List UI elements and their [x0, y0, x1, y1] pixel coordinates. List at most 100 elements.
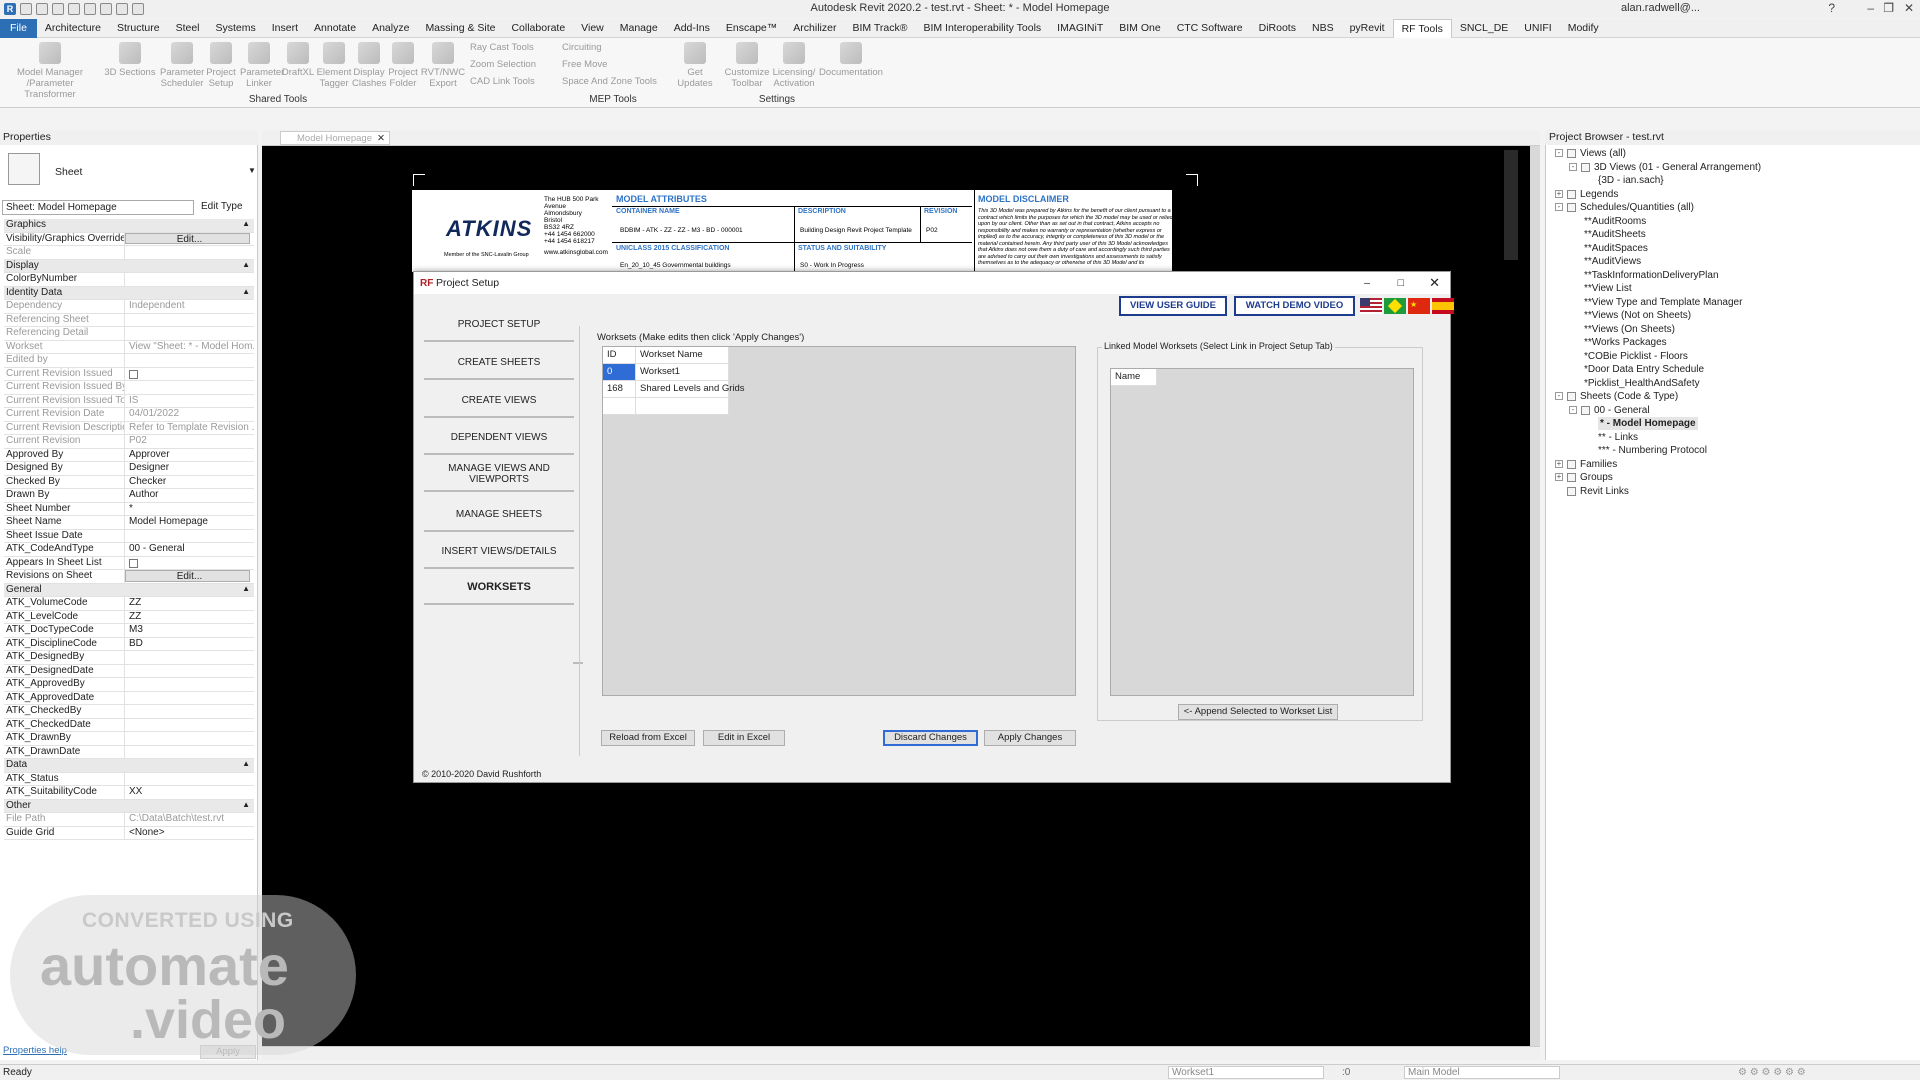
workset-name-cell[interactable]: Workset1: [636, 364, 729, 381]
edit-in-excel-button[interactable]: Edit in Excel: [703, 730, 785, 746]
property-edit-button[interactable]: Edit...: [125, 232, 250, 244]
checkbox-icon[interactable]: [129, 369, 138, 379]
ribbon-tab-steel[interactable]: Steel: [168, 19, 208, 38]
property-section[interactable]: Data ▲: [4, 759, 254, 773]
space-zone-tools-button[interactable]: Space And Zone Tools: [562, 76, 657, 87]
new-row-id-cell[interactable]: [603, 398, 636, 415]
grid-header-name[interactable]: Workset Name: [636, 347, 729, 364]
tree-node[interactable]: **AuditRooms: [1584, 215, 1646, 228]
design-option-dropdown[interactable]: Main Model: [1404, 1066, 1560, 1079]
dialog-close-icon[interactable]: ✕: [1429, 272, 1440, 294]
property-row[interactable]: Current Revision Issued To IS: [4, 394, 254, 408]
nav-manage-views-and-viewports-button[interactable]: MANAGE VIEWS AND VIEWPORTS: [424, 458, 574, 492]
dialog-minimize-icon[interactable]: –: [1364, 272, 1370, 294]
new-row-name-cell[interactable]: [636, 398, 729, 415]
property-value[interactable]: 04/01/2022: [125, 408, 254, 421]
property-row[interactable]: Sheet Number *: [4, 502, 254, 516]
apply-changes-button[interactable]: Apply Changes: [984, 730, 1076, 746]
spain-flag-icon[interactable]: [1432, 298, 1454, 314]
save-icon[interactable]: [36, 3, 48, 15]
vertical-scrollbar[interactable]: [1530, 146, 1540, 1046]
active-workset-dropdown[interactable]: Workset1: [1168, 1066, 1324, 1079]
property-row[interactable]: Dependency Independent: [4, 300, 254, 314]
cad-link-tools-button[interactable]: CAD Link Tools: [470, 76, 535, 87]
selection-filter-icons[interactable]: ⚙ ⚙ ⚙ ⚙ ⚙ ⚙: [1738, 1065, 1806, 1080]
property-value[interactable]: [125, 314, 254, 327]
property-value[interactable]: *: [125, 503, 254, 516]
property-value[interactable]: [125, 692, 254, 705]
open-icon[interactable]: [20, 3, 32, 15]
property-value[interactable]: 00 - General: [125, 543, 254, 556]
ribbon-tab-structure[interactable]: Structure: [109, 19, 168, 38]
property-value[interactable]: Approver: [125, 449, 254, 462]
ribbon-tab-analyze[interactable]: Analyze: [364, 19, 417, 38]
property-value[interactable]: [125, 651, 254, 664]
nav-dependent-views-button[interactable]: DEPENDENT VIEWS: [424, 421, 574, 455]
tree-node[interactable]: Sheets (Code & Type): [1580, 390, 1678, 403]
instance-selector[interactable]: Sheet: Model Homepage: [2, 200, 194, 215]
property-checkbox[interactable]: [125, 557, 254, 570]
tree-node[interactable]: **Views (On Sheets): [1584, 323, 1675, 336]
circuiting-button[interactable]: Circuiting: [562, 42, 602, 53]
discard-changes-button[interactable]: Discard Changes: [883, 730, 978, 746]
property-value[interactable]: Checker: [125, 476, 254, 489]
tree-node[interactable]: * - Model Homepage: [1598, 417, 1698, 430]
collapse-icon[interactable]: ▲: [242, 260, 254, 273]
property-row[interactable]: ATK_CheckedDate: [4, 718, 254, 732]
get-updates-button[interactable]: Get Updates: [672, 42, 718, 89]
model-manager-button[interactable]: Model Manager /Parameter Transformer: [4, 42, 96, 100]
collapse-icon[interactable]: ▲: [242, 584, 254, 597]
checkbox-icon[interactable]: [129, 558, 138, 568]
ribbon-tab-view[interactable]: View: [573, 19, 612, 38]
property-value[interactable]: [125, 773, 254, 786]
property-value[interactable]: Refer to Template Revision ...: [125, 422, 254, 435]
grid-header-id[interactable]: ID: [603, 347, 636, 364]
ribbon-tab-rf-tools[interactable]: RF Tools: [1392, 18, 1452, 38]
tree-node[interactable]: **View List: [1584, 282, 1632, 295]
property-row[interactable]: Visibility/Graphics Overrides Edit...: [4, 232, 254, 246]
parameter-linker-button[interactable]: Parameter Linker: [240, 42, 284, 89]
revit-logo-icon[interactable]: R: [4, 3, 16, 15]
property-value[interactable]: [125, 678, 254, 691]
property-value[interactable]: [125, 732, 254, 745]
property-row[interactable]: Current Revision Issued: [4, 367, 254, 381]
property-value[interactable]: M3: [125, 624, 254, 637]
rvt-nwc-export-button[interactable]: RVT/NWC Export: [420, 42, 466, 89]
tree-node[interactable]: Revit Links: [1580, 485, 1629, 498]
view-user-guide-button[interactable]: VIEW USER GUIDE: [1119, 296, 1227, 316]
property-row[interactable]: Guide Grid <None>: [4, 826, 254, 840]
property-value[interactable]: ZZ: [125, 597, 254, 610]
property-value[interactable]: XX: [125, 786, 254, 799]
property-value[interactable]: [125, 381, 254, 394]
property-row[interactable]: Scale: [4, 246, 254, 260]
collapse-icon[interactable]: ▲: [242, 219, 254, 232]
property-value[interactable]: IS: [125, 395, 254, 408]
customize-toolbar-button[interactable]: Customize Toolbar: [724, 42, 770, 89]
ribbon-tab-unifi[interactable]: UNIFI: [1516, 19, 1559, 38]
property-value[interactable]: [125, 746, 254, 759]
property-row[interactable]: ATK_DrawnDate: [4, 745, 254, 759]
user-account[interactable]: alan.radwell@...: [1621, 2, 1700, 14]
property-section[interactable]: Other ▲: [4, 799, 254, 813]
nav-create-sheets-button[interactable]: CREATE SHEETS: [424, 346, 574, 380]
collapse-icon[interactable]: -: [1555, 149, 1563, 157]
tree-node[interactable]: ** - Links: [1598, 431, 1638, 444]
property-section[interactable]: Identity Data ▲: [4, 286, 254, 300]
ribbon-tab-ctc-software[interactable]: CTC Software: [1169, 19, 1251, 38]
property-row[interactable]: ATK_DesignedDate: [4, 664, 254, 678]
ribbon-tab-annotate[interactable]: Annotate: [306, 19, 364, 38]
property-row[interactable]: File Path C:\Data\Batch\test.rvt: [4, 813, 254, 827]
tree-node[interactable]: **AuditSheets: [1584, 228, 1646, 241]
property-value[interactable]: [125, 719, 254, 732]
property-row[interactable]: Drawn By Author: [4, 489, 254, 503]
tree-node[interactable]: Families: [1580, 458, 1617, 471]
tree-node[interactable]: *Picklist_HealthAndSafety: [1584, 377, 1700, 390]
ribbon-tab-bim-interoperability-tools[interactable]: BIM Interoperability Tools: [915, 19, 1049, 38]
property-row[interactable]: ATK_DesignedBy: [4, 651, 254, 665]
ribbon-tab-systems[interactable]: Systems: [208, 19, 264, 38]
navigation-bar[interactable]: [1504, 150, 1518, 260]
workset-id-cell[interactable]: 0: [603, 364, 636, 381]
tree-node[interactable]: *** - Numbering Protocol: [1598, 444, 1707, 457]
tree-node[interactable]: **TaskInformationDeliveryPlan: [1584, 269, 1719, 282]
measure-icon[interactable]: [116, 3, 128, 15]
